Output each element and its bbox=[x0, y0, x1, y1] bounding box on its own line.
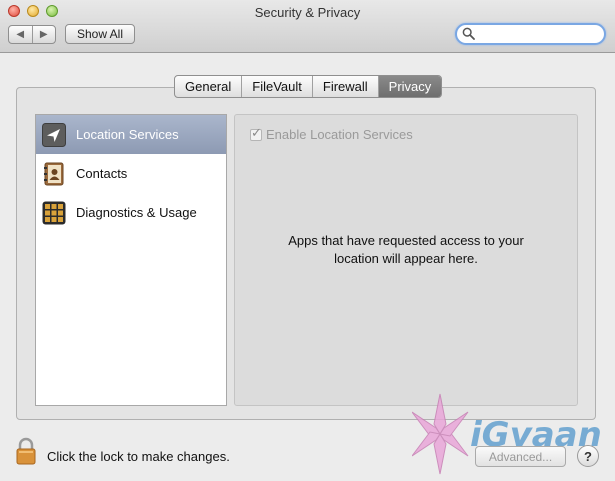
location-services-pane: Enable Location Services Apps that have … bbox=[234, 114, 578, 406]
show-all-button[interactable]: Show All bbox=[65, 24, 135, 44]
info-line-2: location will appear here. bbox=[334, 251, 478, 266]
privacy-sidebar: Location Services Contacts Diagnostics &… bbox=[35, 114, 227, 406]
search-input[interactable] bbox=[477, 26, 597, 42]
title-bar: Security & Privacy ◀ ▶ Show All bbox=[0, 0, 615, 53]
sidebar-item-label: Diagnostics & Usage bbox=[76, 205, 197, 220]
enable-location-services-row: Enable Location Services bbox=[250, 126, 413, 142]
info-line-1: Apps that have requested access to your bbox=[288, 233, 524, 248]
diagnostics-grid-icon bbox=[42, 201, 66, 224]
search-field[interactable] bbox=[455, 23, 606, 45]
enable-location-services-checkbox[interactable] bbox=[250, 126, 262, 141]
apps-info-message: Apps that have requested access to your … bbox=[235, 232, 577, 268]
forward-button[interactable]: ▶ bbox=[31, 26, 56, 43]
window-title: Security & Privacy bbox=[254, 5, 361, 20]
location-arrow-icon bbox=[42, 122, 66, 147]
sidebar-item-contacts[interactable]: Contacts bbox=[36, 154, 226, 193]
tab-privacy[interactable]: Privacy bbox=[377, 76, 442, 97]
search-icon bbox=[462, 27, 475, 40]
contacts-book-icon bbox=[44, 162, 64, 185]
lock-icon[interactable] bbox=[15, 437, 37, 465]
sidebar-item-label: Contacts bbox=[76, 166, 128, 181]
sidebar-item-location-services[interactable]: Location Services bbox=[36, 115, 226, 154]
back-forward-control: ◀ ▶ bbox=[8, 25, 56, 44]
advanced-button[interactable]: Advanced... bbox=[475, 446, 566, 467]
sidebar-item-diagnostics-usage[interactable]: Diagnostics & Usage bbox=[36, 193, 226, 232]
tab-general[interactable]: General bbox=[175, 76, 241, 97]
tab-firewall[interactable]: Firewall bbox=[311, 76, 378, 97]
back-button[interactable]: ◀ bbox=[9, 26, 32, 43]
chevron-left-icon: ◀ bbox=[16, 29, 25, 40]
tab-bar: General FileVault Firewall Privacy bbox=[174, 75, 443, 98]
lock-message: Click the lock to make changes. bbox=[47, 449, 230, 464]
help-button[interactable]: ? bbox=[577, 445, 599, 467]
tab-filevault[interactable]: FileVault bbox=[241, 76, 312, 97]
sidebar-item-label: Location Services bbox=[76, 127, 179, 142]
chevron-right-icon: ▶ bbox=[39, 29, 48, 40]
enable-location-services-label: Enable Location Services bbox=[266, 127, 413, 142]
